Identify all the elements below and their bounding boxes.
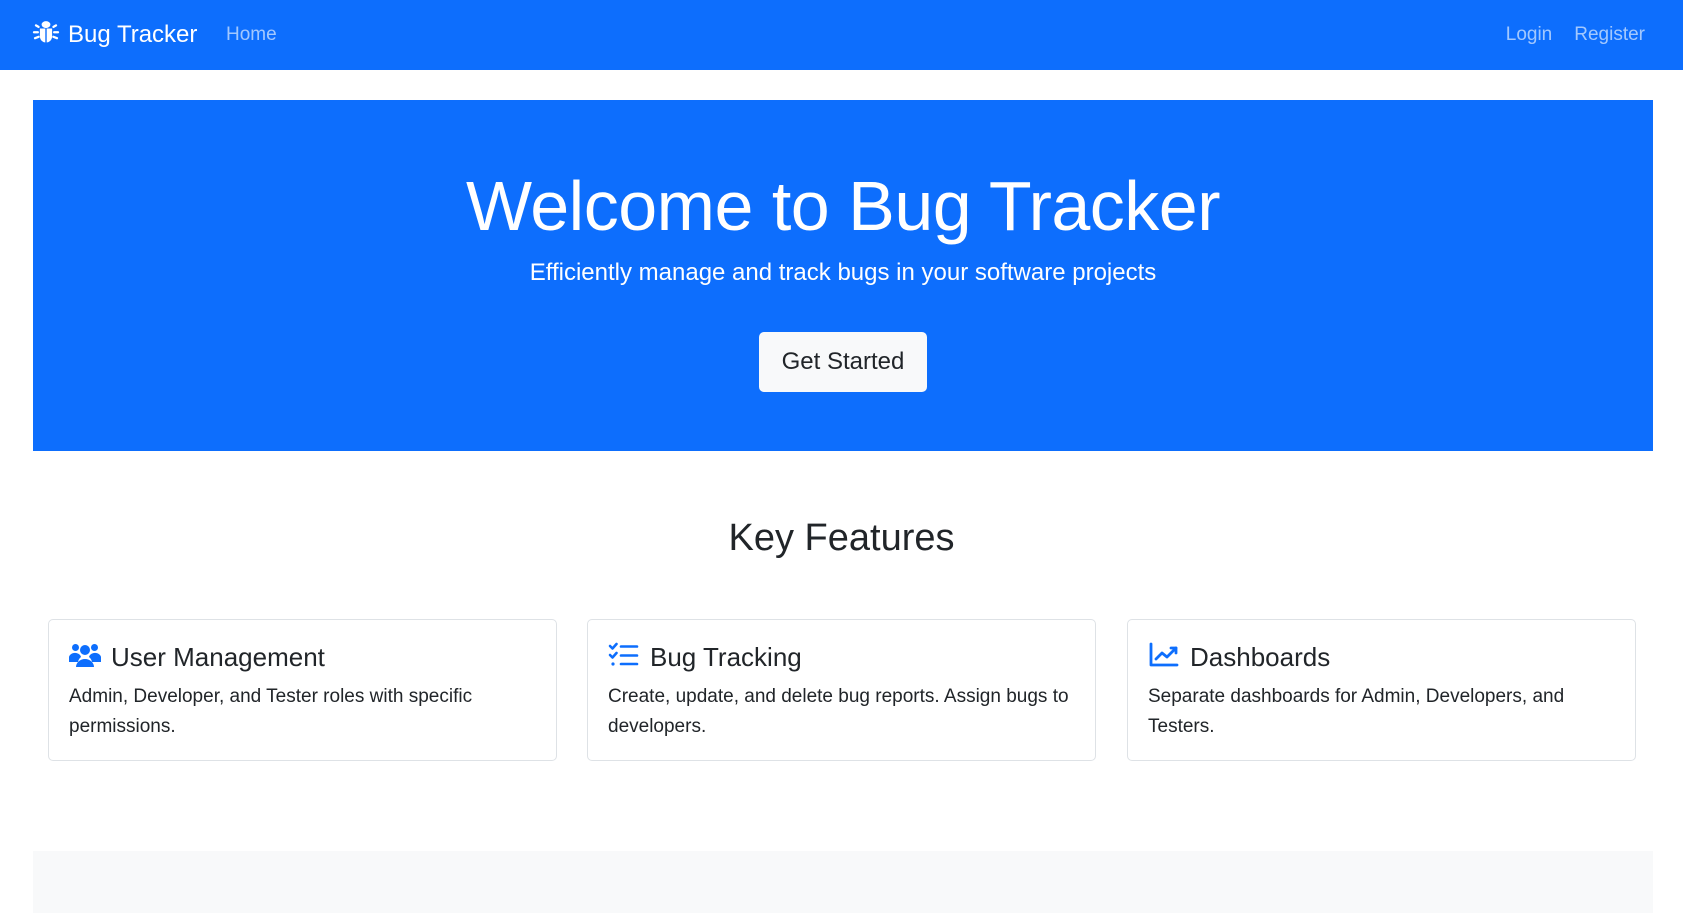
brand-link[interactable]: Bug Tracker: [32, 0, 197, 70]
card-text: Admin, Developer, and Tester roles with …: [69, 686, 473, 737]
nav-register-link[interactable]: Register: [1574, 24, 1645, 46]
nav-home-link[interactable]: Home: [226, 0, 277, 70]
get-started-button[interactable]: Get Started: [759, 332, 927, 392]
hero-title: Welcome to Bug Tracker: [465, 167, 1221, 245]
card-text: Separate dashboards for Admin, Developer…: [1148, 686, 1565, 737]
nav-login-link[interactable]: Login: [1506, 24, 1553, 46]
feature-card-dashboards: Dashboards Separate dashboards for Admin…: [1127, 619, 1636, 761]
card-title: Bug Tracking: [650, 642, 802, 672]
users-icon: [68, 642, 102, 673]
hero-subtitle: Efficiently manage and track bugs in you…: [529, 259, 1157, 286]
bug-icon: [32, 18, 60, 53]
tasks-icon: [608, 642, 640, 673]
card-title: User Management: [111, 642, 325, 672]
hero-banner: Welcome to Bug Tracker Efficiently manag…: [33, 100, 1653, 451]
footer-section: [33, 851, 1653, 913]
navbar: Bug Tracker Home Login Register: [0, 0, 1683, 70]
feature-card-bug-tracking: Bug Tracking Create, update, and delete …: [587, 619, 1096, 761]
chart-line-icon: [1148, 642, 1180, 673]
features-heading: Key Features: [728, 517, 955, 559]
brand-label: Bug Tracker: [68, 21, 198, 48]
nav-auth-links: Login Register: [1506, 0, 1645, 70]
feature-card-user-management: User Management Admin, Developer, and Te…: [48, 619, 557, 761]
card-title: Dashboards: [1190, 642, 1331, 672]
card-text: Create, update, and delete bug reports. …: [608, 686, 1069, 737]
